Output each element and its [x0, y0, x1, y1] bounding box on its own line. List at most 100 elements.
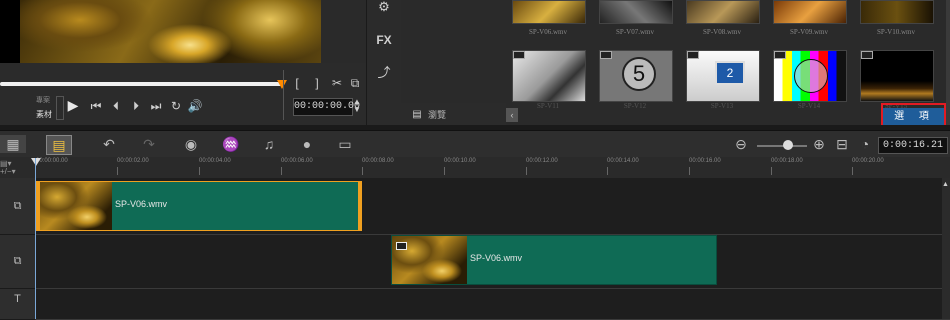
ruler-label: 00:00:02.00	[117, 158, 149, 164]
mark-in-button[interactable]: [	[292, 76, 302, 90]
ruler-tick	[281, 167, 282, 175]
timeline-clip-1[interactable]: SP-V06.wmv	[36, 181, 362, 231]
zoom-in-icon[interactable]: ⊕	[808, 135, 830, 153]
library-thumb-label: SP-V08.wmv	[703, 28, 741, 36]
ruler-label: 00:00:18.00	[771, 158, 803, 164]
library-thumb-label: SP-V07.wmv	[616, 28, 654, 36]
undo-icon[interactable]: ↶	[98, 135, 120, 153]
library-thumb-label: SP-V06.wmv	[529, 28, 567, 36]
clip-name: SP-V06.wmv	[115, 199, 168, 209]
preview-window	[0, 0, 321, 63]
graphics-icon[interactable]: ⚙	[374, 0, 394, 14]
timecode-stepper-icon[interactable]: ▲ ▼	[352, 98, 362, 114]
zoom-slider-knob[interactable]	[783, 140, 793, 150]
collapse-library-icon[interactable]: ‹	[506, 108, 518, 122]
mode-clip-label[interactable]: 素材	[36, 108, 52, 122]
library-scrollbar[interactable]	[946, 0, 950, 125]
library-thumb[interactable]	[512, 50, 586, 102]
project-duration: 0:00:16.21	[878, 137, 948, 154]
video-badge-icon	[774, 51, 786, 59]
library-thumb-label: SP-V10.wmv	[877, 28, 915, 36]
ruler-tick	[526, 167, 527, 175]
mode-toggle[interactable]	[56, 96, 64, 120]
split-icon[interactable]: ✂	[331, 76, 343, 90]
mode-project-label[interactable]: 專案	[36, 94, 50, 108]
library-thumb[interactable]	[773, 50, 847, 102]
copy-icon[interactable]: ⧉	[349, 76, 361, 90]
ruler-tick	[771, 167, 772, 175]
ruler-tick	[362, 167, 363, 175]
library-thumb-label: SP-V13	[710, 102, 734, 110]
library-thumb[interactable]	[599, 0, 673, 24]
redo-icon[interactable]: ↷	[138, 135, 160, 153]
library-thumb[interactable]	[512, 0, 586, 24]
library-thumb[interactable]	[686, 0, 760, 24]
ruler-label: 00:00:20.00	[852, 158, 884, 164]
overlay-track-header[interactable]: ⧉	[0, 235, 35, 289]
playhead-handle[interactable]	[31, 158, 41, 166]
auto-music-icon[interactable]: ♫	[258, 135, 280, 153]
zoom-out-icon[interactable]: ⊖	[730, 135, 752, 153]
library-thumb[interactable]: 5	[599, 50, 673, 102]
title-track-header[interactable]: T	[0, 289, 35, 320]
title-track-icon: T	[14, 293, 21, 305]
overlay-track-icon: ⧉	[13, 255, 22, 267]
repeat-icon[interactable]: ↻	[168, 99, 184, 113]
browse-label[interactable]: 瀏覽	[428, 108, 446, 122]
go-to-end-icon[interactable]: ⏭	[148, 99, 164, 113]
library-thumb[interactable]: 2	[686, 50, 760, 102]
library-thumb[interactable]	[773, 0, 847, 24]
scrub-bar[interactable]	[0, 82, 282, 86]
library-tools	[366, 0, 402, 125]
video-track-header[interactable]: ⧉	[0, 178, 35, 235]
previous-frame-icon[interactable]: ⏴	[108, 99, 124, 113]
motion-track-icon[interactable]: ●	[296, 135, 318, 153]
preview-frame	[20, 0, 321, 63]
library-thumb-label: SP-V12	[623, 102, 647, 110]
timeline-view-icon[interactable]: ▤	[46, 135, 72, 155]
mark-out-button[interactable]: ]	[312, 76, 322, 90]
zoom-slider[interactable]	[757, 145, 807, 147]
go-to-start-icon[interactable]: ⏮	[88, 99, 104, 113]
ruler-tick	[607, 167, 608, 175]
video-badge-icon	[600, 51, 612, 59]
library-thumb[interactable]	[860, 0, 934, 24]
library-thumb[interactable]	[860, 50, 934, 102]
video-badge-icon	[687, 51, 699, 59]
ruler-tick	[689, 167, 690, 175]
timeline-scrollbar[interactable]	[942, 178, 950, 319]
clip-name: SP-V06.wmv	[470, 253, 523, 263]
scrub-knob[interactable]	[277, 80, 287, 89]
playhead-line	[35, 158, 36, 319]
timeline-clip-2[interactable]: SP-V06.wmv	[391, 235, 717, 285]
screen-number: 2	[715, 61, 745, 85]
fx-button[interactable]: FX	[374, 33, 394, 47]
title-track[interactable]	[36, 289, 950, 320]
next-frame-icon[interactable]: ⏵	[128, 99, 144, 113]
scroll-up-icon[interactable]: ▲	[941, 178, 950, 192]
clip-trim-left[interactable]	[37, 182, 40, 230]
fit-project-icon[interactable]: ⊟	[831, 135, 853, 153]
sound-mixer-icon[interactable]: ♒	[220, 135, 242, 153]
clip-trim-right[interactable]	[358, 182, 361, 230]
storyboard-view-icon[interactable]: ▦	[0, 135, 26, 153]
video-badge-icon	[513, 51, 525, 59]
track-manager-icon[interactable]: ▤▾ +/−▾	[0, 160, 30, 178]
ruler-label: 00:00:16.00	[689, 158, 721, 164]
ruler-label: 00:00:04.00	[199, 158, 231, 164]
record-capture-icon[interactable]: ◉	[180, 135, 202, 153]
ruler-label: 00:00:10.00	[444, 158, 476, 164]
countdown-number: 5	[622, 57, 656, 91]
subtitle-editor-icon[interactable]: ▭	[334, 135, 356, 153]
duration-clock-icon[interactable]: ◔	[854, 135, 876, 153]
clip-thumbnail	[37, 182, 112, 230]
timecode-display[interactable]: 00:00:00.00	[293, 98, 360, 116]
play-icon[interactable]: ▶	[64, 98, 82, 112]
test-pattern-circle	[794, 59, 828, 93]
library-thumb-label: SP-V09.wmv	[790, 28, 828, 36]
ruler-tick	[852, 167, 853, 175]
ruler-tick	[117, 167, 118, 175]
browse-icon[interactable]: ▤	[410, 108, 424, 122]
path-icon[interactable]: ⤴	[374, 66, 394, 80]
volume-icon[interactable]: 🔊	[187, 99, 203, 113]
